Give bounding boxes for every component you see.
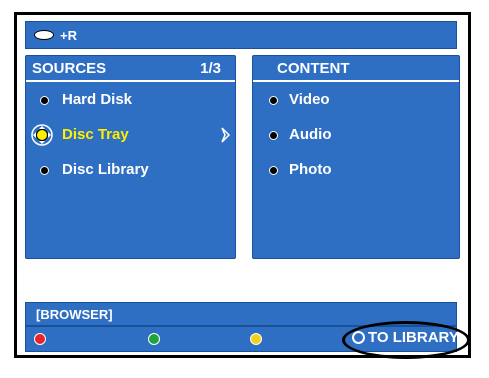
source-item-disc-tray[interactable]: Disc Tray [26, 117, 235, 152]
sources-header: SOURCES 1/3 [26, 56, 235, 82]
sources-title: SOURCES [32, 59, 107, 77]
content-item-label: Photo [289, 161, 332, 178]
source-item-hard-disk[interactable]: Hard Disk [26, 82, 235, 117]
content-list: Video Audio Photo [253, 82, 459, 187]
navigation-cursor-icon [31, 123, 53, 146]
to-library-button[interactable]: TO LIBRARY [352, 329, 459, 346]
bullet-icon [269, 130, 278, 140]
bullet-icon [269, 165, 278, 175]
chevron-right-icon [221, 126, 231, 143]
source-item-label: Disc Library [62, 161, 149, 178]
red-key-button[interactable] [34, 333, 46, 345]
yellow-key-button[interactable] [250, 333, 262, 345]
sources-panel: SOURCES 1/3 Hard Disk Disc Tray Disc Lib… [25, 55, 236, 259]
green-key-button[interactable] [148, 333, 160, 345]
sources-list: Hard Disk Disc Tray Disc Library [26, 82, 235, 187]
sources-page-indicator: 1/3 [200, 59, 221, 77]
content-item-audio[interactable]: Audio [253, 117, 459, 152]
to-library-label: TO LIBRARY [368, 329, 459, 346]
source-item-label: Disc Tray [62, 126, 129, 143]
content-panel: CONTENT Video Audio Photo [252, 55, 460, 259]
source-item-label: Hard Disk [62, 91, 133, 108]
bullet-icon [40, 165, 49, 175]
content-item-video[interactable]: Video [253, 82, 459, 117]
content-item-label: Audio [289, 126, 332, 143]
content-header: CONTENT [253, 56, 459, 82]
bullet-icon [40, 95, 49, 105]
source-item-disc-library[interactable]: Disc Library [26, 152, 235, 187]
status-label: [BROWSER] [36, 306, 113, 322]
tv-screen: +R SOURCES 1/3 Hard Disk Disc Tray Disc … [14, 12, 471, 358]
content-item-photo[interactable]: Photo [253, 152, 459, 187]
bullet-icon [269, 95, 278, 105]
disc-oval-icon [34, 30, 54, 40]
header-bar: +R [25, 21, 457, 49]
blue-key-icon [352, 331, 365, 344]
content-title: CONTENT [277, 59, 350, 77]
disc-type-label: +R [60, 27, 77, 43]
content-item-label: Video [289, 91, 330, 108]
